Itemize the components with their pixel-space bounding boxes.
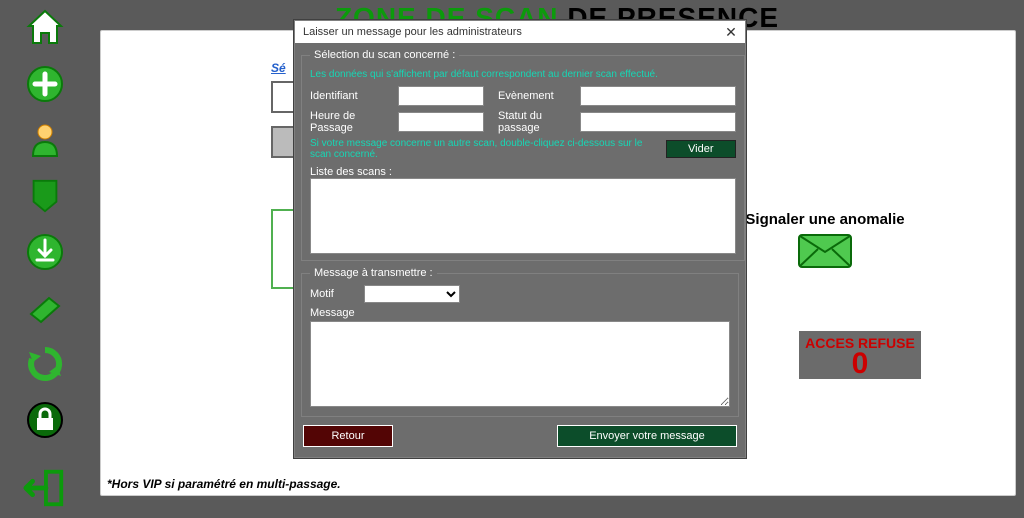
modal-footer: Retour Envoyer votre message <box>295 423 745 453</box>
message-textarea[interactable] <box>310 321 730 407</box>
vider-button[interactable]: Vider <box>666 140 736 158</box>
truncated-label: Sé <box>271 61 286 75</box>
scan-list[interactable] <box>310 178 736 254</box>
message-modal: Laisser un message pour les administrate… <box>294 20 746 458</box>
message-label: Message <box>310 307 730 319</box>
lock-icon[interactable] <box>23 398 67 442</box>
statut-input[interactable] <box>580 112 736 132</box>
event-input[interactable] <box>580 86 736 106</box>
access-refused-box: ACCES REFUSE 0 <box>799 331 921 379</box>
home-icon[interactable] <box>23 6 67 50</box>
refresh-icon[interactable] <box>23 342 67 386</box>
hint-other-scan: Si votre message concerne un autre scan,… <box>310 138 666 160</box>
modal-titlebar: Laisser un message pour les administrate… <box>295 21 745 43</box>
refuse-value: 0 <box>805 351 915 377</box>
statut-label: Statut du passage <box>498 110 576 134</box>
motif-select[interactable] <box>364 285 460 303</box>
send-button[interactable]: Envoyer votre message <box>557 425 737 447</box>
user-icon[interactable] <box>23 118 67 162</box>
signal-anomaly[interactable]: Signaler une anomalie <box>725 211 925 268</box>
plus-icon[interactable] <box>23 62 67 106</box>
retour-button[interactable]: Retour <box>303 425 393 447</box>
anomaly-label: Signaler une anomalie <box>745 211 904 228</box>
event-label: Evènement <box>498 90 576 102</box>
modal-title: Laisser un message pour les administrate… <box>303 26 522 38</box>
hint-default-scan: Les données qui s'affichent par défaut c… <box>310 69 736 80</box>
download-icon[interactable] <box>23 230 67 274</box>
book-icon[interactable] <box>23 286 67 330</box>
envelope-icon <box>798 234 852 268</box>
close-icon[interactable]: ✕ <box>717 21 745 43</box>
sidebar <box>0 0 90 518</box>
ident-label: Identifiant <box>310 90 394 102</box>
scan-selection-legend: Sélection du scan concerné : <box>310 49 459 61</box>
heure-input[interactable] <box>398 112 484 132</box>
heure-label: Heure de Passage <box>310 110 394 134</box>
liste-label: Liste des scans : <box>310 166 736 178</box>
message-fieldset: Message à transmettre : Motif Message <box>301 267 739 417</box>
footnote: *Hors VIP si paramétré en multi-passage. <box>107 477 341 491</box>
exit-icon[interactable] <box>23 466 67 510</box>
ident-input[interactable] <box>398 86 484 106</box>
flag-icon[interactable] <box>23 174 67 218</box>
scan-selection-fieldset: Sélection du scan concerné : Les données… <box>301 49 745 261</box>
motif-label: Motif <box>310 288 360 300</box>
message-legend: Message à transmettre : <box>310 267 437 279</box>
